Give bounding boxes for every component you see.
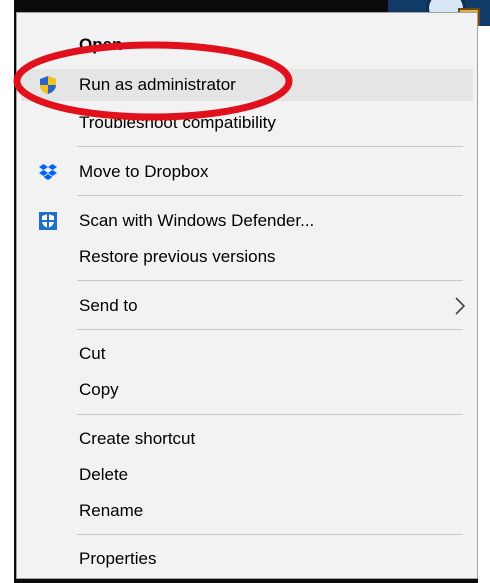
chevron-right-icon xyxy=(455,297,466,315)
menu-item-label: Move to Dropbox xyxy=(79,162,209,181)
separator xyxy=(77,414,463,415)
menu-item-label: Send to xyxy=(79,296,138,315)
separator xyxy=(77,534,463,535)
menu-item-delete[interactable]: Delete xyxy=(21,459,473,491)
menu-item-label: Delete xyxy=(79,465,129,484)
menu-item-open[interactable]: Open xyxy=(21,29,473,61)
menu-item-send-to[interactable]: Send to xyxy=(21,290,473,322)
separator xyxy=(77,195,463,196)
uac-shield-icon xyxy=(40,76,56,94)
menu-item-restore-previous-versions[interactable]: Restore previous versions xyxy=(21,241,473,273)
menu-item-create-shortcut[interactable]: Create shortcut xyxy=(21,423,473,455)
menu-item-cut[interactable]: Cut xyxy=(21,338,473,370)
menu-item-label: Create shortcut xyxy=(79,429,196,448)
menu-item-label: Rename xyxy=(79,501,144,520)
menu-item-label: Scan with Windows Defender... xyxy=(79,211,315,230)
context-menu: Open Run as administrator Troubleshoot c… xyxy=(16,12,478,579)
menu-item-label: Troubleshoot compatibility xyxy=(79,113,276,132)
right-margin xyxy=(478,0,490,583)
menu-item-label: Run as administrator xyxy=(79,75,236,94)
dropbox-icon xyxy=(39,164,57,180)
menu-item-label: Open xyxy=(79,35,123,54)
menu-item-properties[interactable]: Properties xyxy=(21,543,473,575)
menu-item-label: Properties xyxy=(79,549,157,568)
menu-item-label: Restore previous versions xyxy=(79,247,276,266)
separator xyxy=(77,329,463,330)
menu-item-rename[interactable]: Rename xyxy=(21,495,473,527)
menu-item-scan-with-windows-defender[interactable]: Scan with Windows Defender... xyxy=(21,205,473,237)
menu-item-move-to-dropbox[interactable]: Move to Dropbox xyxy=(21,156,473,188)
separator xyxy=(77,146,463,147)
windows-defender-icon xyxy=(39,212,57,230)
menu-item-run-as-administrator[interactable]: Run as administrator xyxy=(21,69,473,101)
left-margin xyxy=(0,0,14,583)
menu-item-label: Cut xyxy=(79,344,106,363)
menu-item-label: Copy xyxy=(79,380,119,399)
menu-item-troubleshoot-compatibility[interactable]: Troubleshoot compatibility xyxy=(21,107,473,139)
separator xyxy=(77,280,463,281)
menu-item-copy[interactable]: Copy xyxy=(21,374,473,406)
